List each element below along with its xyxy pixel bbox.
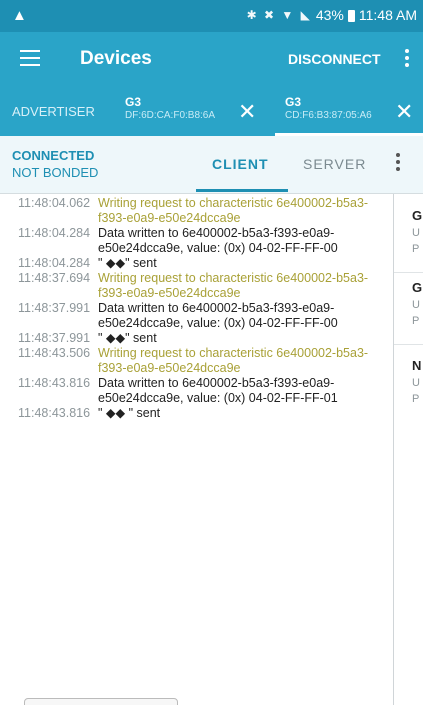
close-icon[interactable]: ✕ (238, 99, 256, 125)
log-entry: 11:48:37.991 Data written to 6e400002-b5a… (0, 301, 393, 331)
log-timestamp: 11:48:04.062 (18, 196, 91, 210)
log-timestamp: 11:48:04.284 (18, 256, 91, 270)
divider (394, 344, 423, 345)
log-timestamp: 11:48:37.991 (18, 301, 91, 315)
log-timestamp: 11:48:43.816 (18, 406, 91, 420)
hamburger-menu-icon[interactable] (20, 50, 40, 66)
log-entry: 11:48:37.694 Writing request to character… (0, 271, 393, 301)
log-message: Data written to 6e400002-b5a3-f393-e0a9-… (98, 301, 338, 330)
log-timestamp: 11:48:43.506 (18, 346, 91, 360)
battery-percent: 43% (315, 7, 344, 23)
connection-state: CONNECTED (12, 148, 95, 163)
log-message: " ◆◆ " sent (98, 406, 161, 420)
service-item[interactable]: G U P (412, 208, 423, 255)
connection-bar: CONNECTED NOT BONDED CLIENT SERVER (0, 136, 423, 194)
log-message: " ◆◆" sent (98, 331, 157, 345)
log-timestamp: 11:48:37.991 (18, 331, 91, 345)
log-entry: 11:48:37.991 " ◆◆" sent (0, 331, 393, 346)
tab-client[interactable]: CLIENT (212, 156, 269, 172)
service-item[interactable]: G U P (412, 280, 423, 327)
service-title: N (412, 358, 422, 373)
services-panel: G U P G U P N U P (394, 194, 423, 705)
service-title: G (412, 208, 423, 223)
disconnect-button[interactable]: DISCONNECT (288, 51, 381, 67)
service-title: G (412, 280, 423, 295)
log-timestamp: 11:48:43.816 (18, 376, 91, 390)
bond-state: NOT BONDED (12, 165, 99, 180)
log-list: 11:48:04.062 Writing request to character… (0, 194, 393, 421)
log-message: Writing request to characteristic 6e4000… (98, 346, 369, 375)
log-entry: 11:48:04.062 Writing request to character… (0, 196, 393, 226)
log-entry: 11:48:04.284 Data written to 6e400002-b5a… (0, 226, 393, 256)
log-entry: 11:48:43.816 Data written to 6e400002-b5a… (0, 376, 393, 406)
service-item[interactable]: N U P (412, 358, 423, 405)
clock: 11:48 AM (358, 7, 417, 23)
client-tab-indicator (196, 189, 288, 192)
divider (394, 272, 423, 273)
log-panel[interactable]: 11:48:04.062 Writing request to character… (0, 194, 393, 705)
log-entry: 11:48:43.506 Writing request to character… (0, 346, 393, 376)
close-icon[interactable]: ✕ (395, 99, 413, 125)
more-options-icon[interactable] (396, 153, 400, 174)
status-right: ✱ ✖ ▼ ◣ 43% 11:48 AM (247, 7, 417, 23)
log-message: Data written to 6e400002-b5a3-f393-e0a9-… (98, 226, 338, 255)
service-uuid: U (412, 299, 420, 311)
log-message: " ◆◆" sent (98, 256, 157, 270)
status-icons: ✱ ✖ ▼ ◣ (246, 8, 312, 22)
log-message: Writing request to characteristic 6e4000… (98, 271, 369, 300)
log-entry: 11:48:04.284 " ◆◆" sent (0, 256, 393, 271)
connection-status: CONNECTED NOT BONDED (12, 148, 98, 180)
log-entry: 11:48:43.816 " ◆◆ " sent (0, 406, 393, 421)
service-type: P (412, 315, 420, 327)
page-title: Devices (80, 48, 152, 69)
log-action-button[interactable] (24, 698, 178, 705)
warning-triangle-icon: ▲ (12, 7, 27, 24)
log-timestamp: 11:48:37.694 (18, 271, 91, 285)
tab-advertiser[interactable]: ADVERTISER (12, 104, 95, 119)
service-uuid: U (412, 227, 420, 239)
log-message: Writing request to characteristic 6e4000… (98, 196, 369, 225)
app-bar: Devices DISCONNECT (0, 32, 423, 86)
log-timestamp: 11:48:04.284 (18, 226, 91, 240)
tab-device-2[interactable]: G3 CD:F6:B3:87:05:A6 ✕ (285, 95, 423, 135)
service-uuid: U (412, 377, 420, 389)
device-tabs: ADVERTISER G3 DF:6D:CA:F0:B8:6A ✕ G3 CD:… (0, 86, 423, 136)
battery-icon (347, 10, 355, 22)
tab-server[interactable]: SERVER (303, 156, 366, 172)
service-type: P (412, 393, 420, 405)
more-options-icon[interactable] (405, 49, 409, 69)
log-message: Data written to 6e400002-b5a3-f393-e0a9-… (98, 376, 338, 405)
status-bar: ▲ ✱ ✖ ▼ ◣ 43% 11:48 AM (0, 0, 423, 32)
tab-device-1[interactable]: G3 DF:6D:CA:F0:B8:6A ✕ (125, 95, 265, 135)
service-type: P (412, 243, 420, 255)
